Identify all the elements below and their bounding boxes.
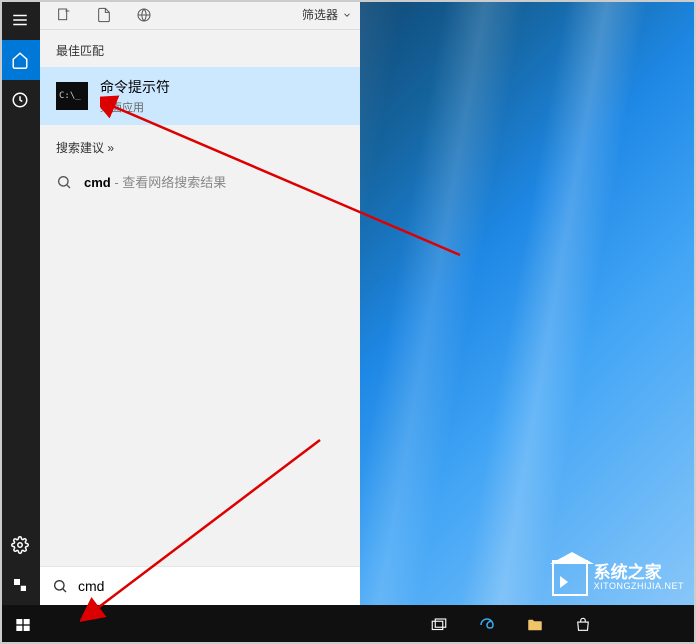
chevron-down-icon [342,10,352,20]
task-view-button[interactable] [416,605,462,644]
clock-icon[interactable] [0,80,40,120]
cmd-app-icon: C:\_ [56,82,88,110]
store-button[interactable] [560,605,606,644]
menu-icon[interactable] [0,0,40,40]
search-suggestion-item[interactable]: cmd - 查看网络搜索结果 [40,164,360,199]
best-match-title: 命令提示符 [100,77,170,97]
search-results-panel: 筛选器 最佳匹配 C:\_ 命令提示符 桌面应用 搜索建议 » cmd - 查看… [40,0,360,605]
apps-filter-icon[interactable] [44,0,84,30]
best-match-result[interactable]: C:\_ 命令提示符 桌面应用 [40,67,360,125]
gear-icon[interactable] [0,525,40,565]
suggestion-text: cmd - 查看网络搜索结果 [84,172,226,191]
search-icon [52,578,68,594]
watermark-title: 系统之家 [594,564,684,583]
file-explorer-button[interactable] [512,605,558,644]
watermark: 系统之家 XITONGZHIJIA.NET [552,560,684,596]
search-icon [56,174,72,190]
web-filter-icon[interactable] [124,0,164,30]
search-box[interactable] [40,566,360,605]
best-match-subtitle: 桌面应用 [100,99,170,115]
home-icon[interactable] [0,40,40,80]
search-suggestions-header: 搜索建议 » [40,125,360,164]
search-left-rail [0,0,40,605]
taskbar [0,605,696,644]
filter-label-text: 筛选器 [302,6,338,23]
watermark-url: XITONGZHIJIA.NET [594,582,684,592]
feedback-icon[interactable] [0,565,40,605]
search-input[interactable] [78,578,348,594]
best-match-header: 最佳匹配 [40,30,360,67]
filter-dropdown[interactable]: 筛选器 [298,6,356,23]
document-filter-icon[interactable] [84,0,124,30]
watermark-logo-icon [552,560,588,596]
start-button[interactable] [0,605,46,644]
panel-toolbar: 筛选器 [40,0,360,30]
edge-button[interactable] [464,605,510,644]
